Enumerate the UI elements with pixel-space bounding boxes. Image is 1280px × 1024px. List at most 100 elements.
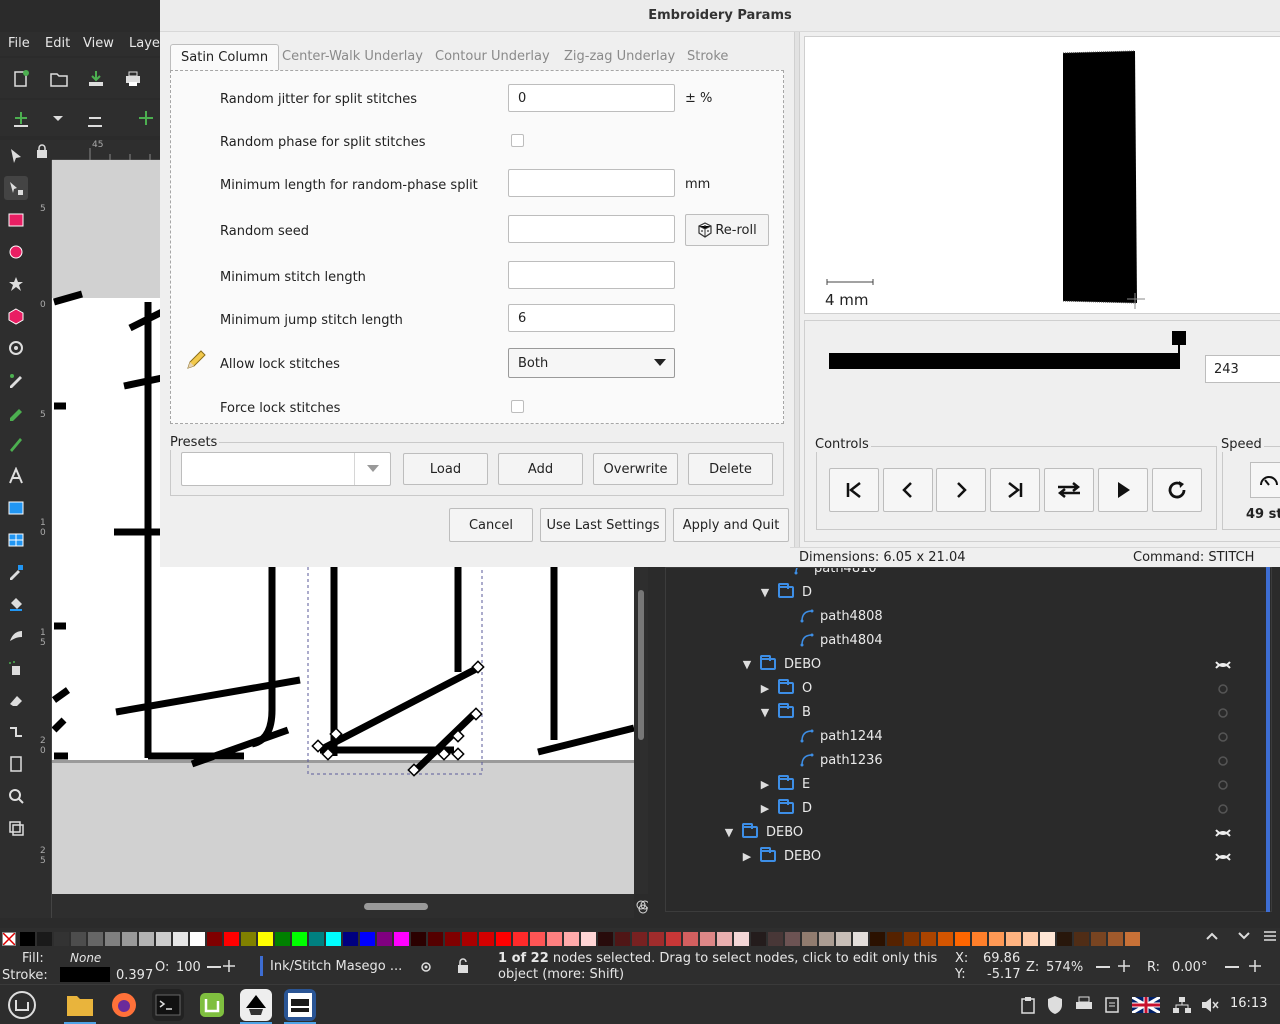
node-tool-icon[interactable] — [4, 176, 28, 200]
calligraphy-tool-icon[interactable] — [4, 432, 28, 456]
layer-row-path[interactable]: path4808 — [800, 604, 883, 628]
palette-down-icon[interactable] — [1236, 928, 1252, 944]
overwrite-preset-button[interactable]: Overwrite — [593, 453, 678, 485]
reroll-button[interactable]: Re-roll — [685, 214, 769, 246]
rotate-value[interactable]: 0.00° — [1172, 960, 1207, 975]
stroke-swatch[interactable] — [60, 967, 110, 982]
inkscape-icon[interactable] — [240, 989, 272, 1021]
color-swatch[interactable] — [853, 932, 868, 946]
color-swatch[interactable] — [870, 932, 885, 946]
layer-row-path[interactable]: path1244 — [800, 724, 883, 748]
eraser-tool-icon[interactable] — [4, 688, 28, 712]
stitch-number-input[interactable] — [1205, 355, 1280, 383]
color-swatch[interactable] — [938, 932, 953, 946]
min-stitch-length-input[interactable] — [508, 261, 675, 289]
color-swatch[interactable] — [54, 932, 69, 946]
layer-row-group[interactable]: ▶ O — [758, 676, 812, 700]
preset-dropdown-icon[interactable] — [354, 453, 390, 485]
rectangle-tool-icon[interactable] — [4, 208, 28, 232]
minus-icon[interactable] — [207, 966, 221, 968]
clipboard-icon[interactable] — [1020, 996, 1036, 1014]
color-swatch[interactable] — [479, 932, 494, 946]
color-swatch[interactable] — [547, 932, 562, 946]
step-forward-button[interactable] — [936, 468, 986, 512]
spiral-tool-icon[interactable] — [4, 336, 28, 360]
speed-button[interactable] — [1250, 462, 1280, 498]
color-swatch[interactable] — [1023, 932, 1038, 946]
visibility-eye-icon[interactable] — [1215, 826, 1231, 838]
visibility-eye-icon[interactable] — [1215, 754, 1231, 766]
random-jitter-input[interactable] — [508, 84, 675, 112]
play-button[interactable] — [1098, 468, 1148, 512]
3d-box-tool-icon[interactable] — [4, 304, 28, 328]
delete-preset-button[interactable]: Delete — [688, 453, 773, 485]
layer-row-layer[interactable]: ▶ DEBO — [740, 844, 821, 868]
color-swatch[interactable] — [241, 932, 256, 946]
expand-triangle-icon[interactable]: ▼ — [740, 658, 754, 671]
color-swatch[interactable] — [717, 932, 732, 946]
vertical-scrollbar[interactable] — [634, 560, 648, 894]
color-swatch[interactable] — [173, 932, 188, 946]
color-swatch[interactable] — [139, 932, 154, 946]
color-swatch[interactable] — [581, 932, 596, 946]
color-swatch[interactable] — [785, 932, 800, 946]
gradient-tool-icon[interactable] — [4, 496, 28, 520]
color-swatch[interactable] — [190, 932, 205, 946]
color-swatch[interactable] — [105, 932, 120, 946]
layer-row-path[interactable]: path4804 — [800, 628, 883, 652]
random-phase-checkbox[interactable] — [511, 134, 524, 147]
color-swatch[interactable] — [411, 932, 426, 946]
color-swatch[interactable] — [598, 932, 613, 946]
color-swatch[interactable] — [802, 932, 817, 946]
text-tool-icon[interactable] — [4, 464, 28, 488]
color-swatch[interactable] — [700, 932, 715, 946]
jump-to-start-button[interactable] — [829, 468, 879, 512]
menu-file[interactable]: File — [8, 36, 30, 51]
color-swatch[interactable] — [360, 932, 375, 946]
mint-installer-icon[interactable] — [196, 989, 228, 1021]
color-swatch[interactable] — [292, 932, 307, 946]
no-paint-swatch[interactable] — [2, 932, 16, 946]
color-swatch[interactable] — [20, 932, 35, 946]
measure-tool-icon[interactable] — [4, 816, 28, 840]
expand-triangle-icon[interactable]: ▼ — [758, 586, 772, 599]
visibility-eye-icon[interactable] — [1215, 802, 1231, 814]
tab-zigzag-underlay[interactable]: Zig-zag Underlay — [554, 44, 685, 72]
dropper-tool-icon[interactable] — [4, 560, 28, 584]
tweak-tool-icon[interactable] — [4, 624, 28, 648]
color-swatch[interactable] — [972, 932, 987, 946]
palette-menu-icon[interactable] — [1262, 928, 1278, 944]
color-swatch[interactable] — [989, 932, 1004, 946]
layer-row-group[interactable]: ▼ B — [758, 700, 811, 724]
use-last-settings-button[interactable]: Use Last Settings — [540, 508, 666, 542]
restart-button[interactable] — [1152, 468, 1202, 512]
connector-tool-icon[interactable] — [4, 720, 28, 744]
plus-icon[interactable] — [222, 959, 236, 973]
color-swatch[interactable] — [734, 932, 749, 946]
zoom-in-icon[interactable] — [1117, 959, 1131, 973]
color-swatch[interactable] — [649, 932, 664, 946]
layer-row-path[interactable]: path1236 — [800, 748, 883, 772]
lock-guides[interactable] — [32, 140, 52, 160]
clock[interactable]: 16:13 — [1230, 996, 1267, 1011]
expand-triangle-icon[interactable]: ▶ — [758, 802, 772, 815]
step-back-button[interactable] — [883, 468, 933, 512]
menu-edit[interactable]: Edit — [45, 36, 70, 51]
reverse-direction-button[interactable] — [1044, 468, 1094, 512]
visibility-eye-icon[interactable] — [1215, 706, 1231, 718]
stitch-slider-track[interactable] — [829, 353, 1179, 369]
allow-lock-stitches-select[interactable]: Both — [508, 348, 675, 378]
color-swatch[interactable] — [258, 932, 273, 946]
color-swatch[interactable] — [377, 932, 392, 946]
color-swatch[interactable] — [275, 932, 290, 946]
color-swatch[interactable] — [1074, 932, 1089, 946]
layer-row-path[interactable]: path4810 — [794, 568, 877, 580]
color-swatch[interactable] — [207, 932, 222, 946]
pencil-tool-icon[interactable] — [4, 368, 28, 392]
star-tool-icon[interactable] — [4, 272, 28, 296]
rotate-plus-icon[interactable] — [1248, 959, 1262, 973]
shield-icon[interactable] — [1046, 995, 1064, 1015]
color-swatch[interactable] — [955, 932, 970, 946]
tab-center-walk-underlay[interactable]: Center-Walk Underlay — [272, 44, 433, 72]
color-swatch[interactable] — [122, 932, 137, 946]
